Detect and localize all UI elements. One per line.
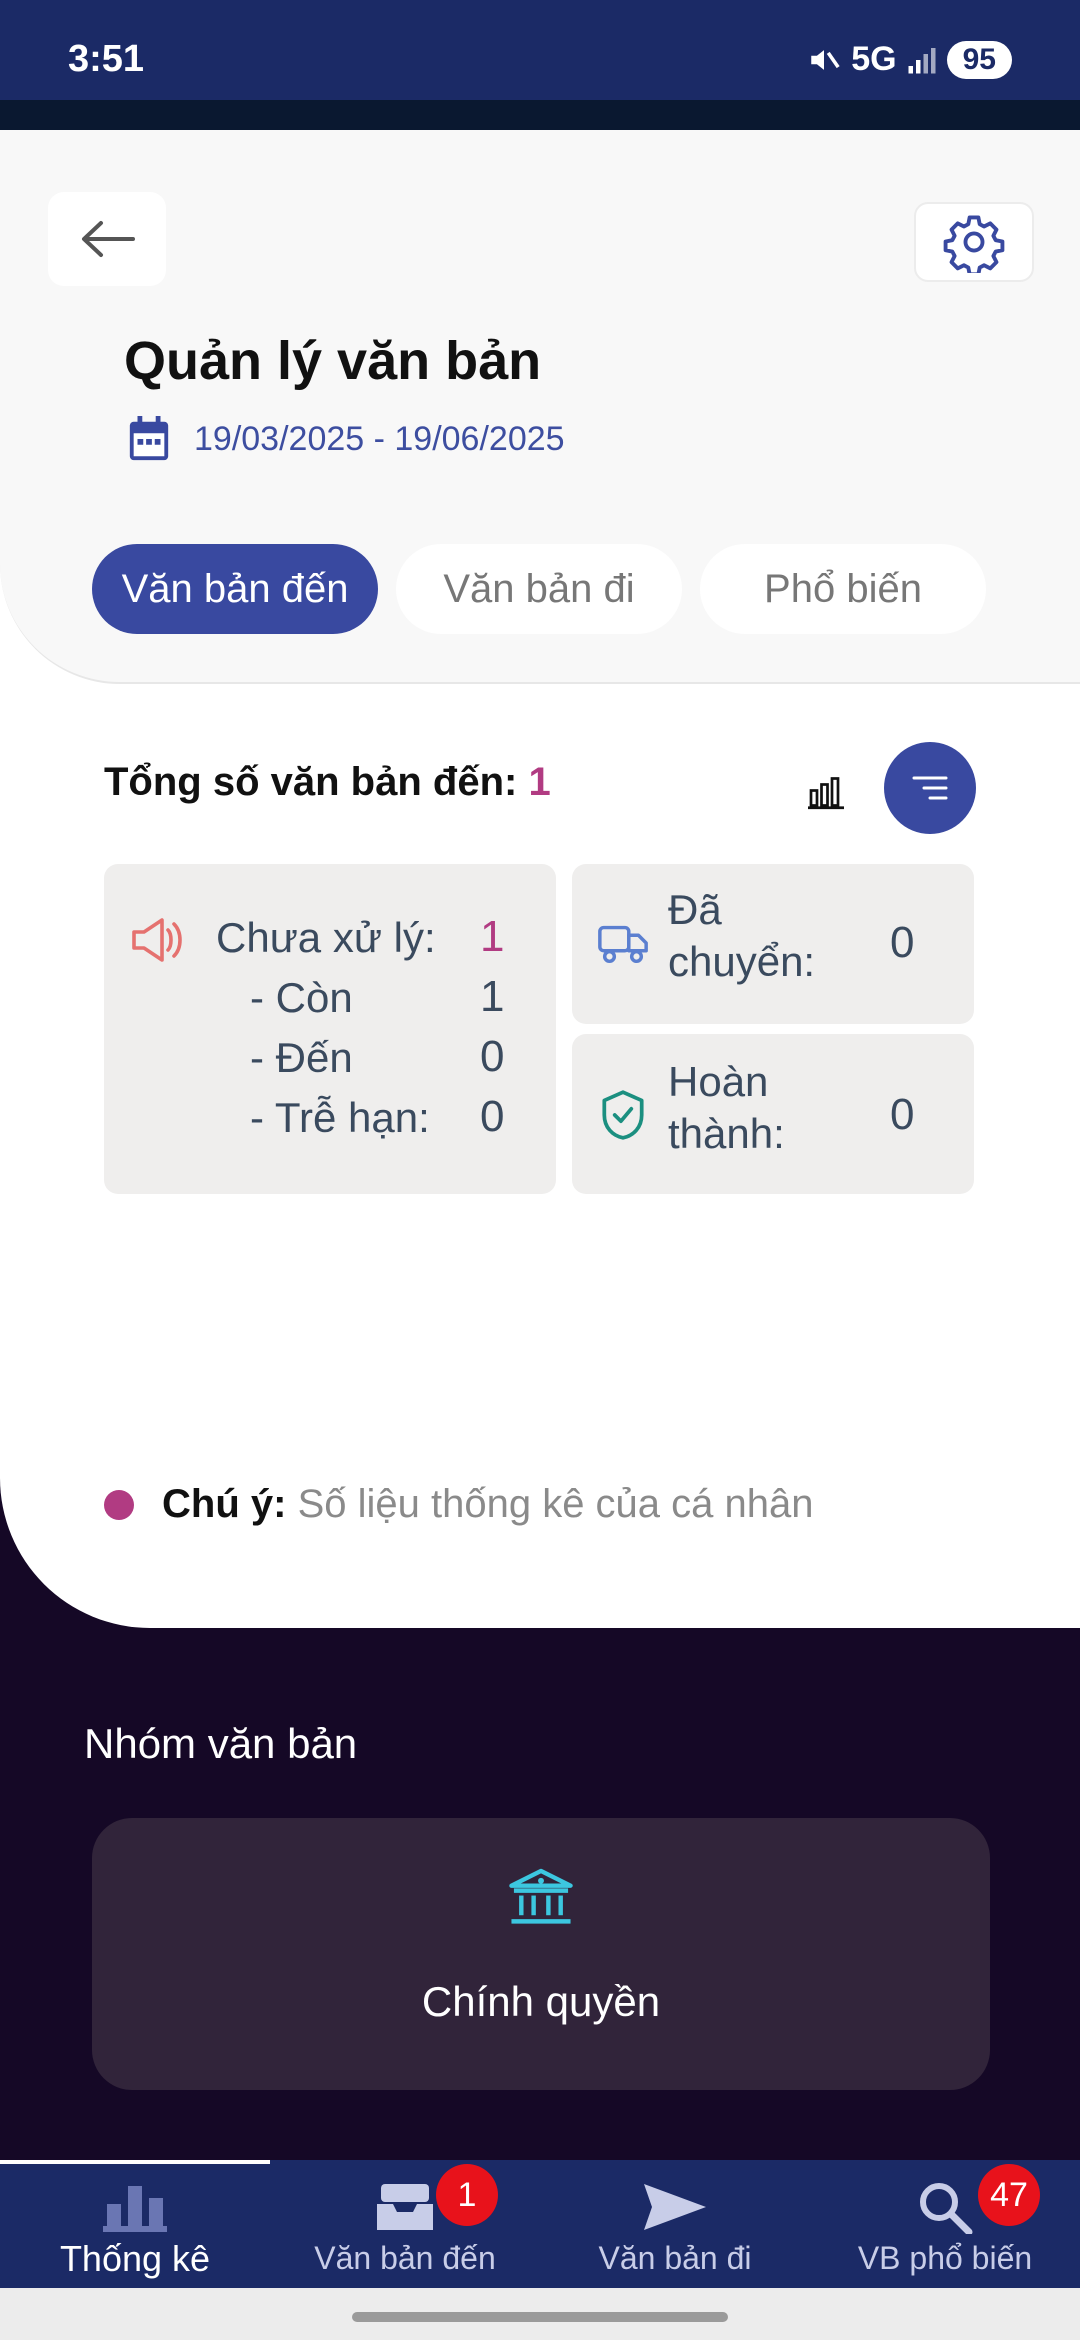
bar-chart-icon <box>808 777 844 810</box>
government-group-label: Chính quyền <box>421 1978 661 2025</box>
battery-indicator: 95 <box>946 40 1012 79</box>
government-building-icon <box>509 1868 573 1924</box>
nav-disseminated-label: VB phổ biến <box>857 2240 1033 2276</box>
shield-check-icon <box>602 1090 644 1140</box>
date-range[interactable]: 19/03/2025 - 19/06/2025 <box>126 414 565 464</box>
overdue-label: - Trễ hạn: <box>250 1094 430 1141</box>
send-icon <box>644 2184 706 2230</box>
pending-label: Chưa xử lý: <box>216 914 436 961</box>
bottom-nav: Thống kê 1 Văn bản đến Văn bản đi 47 VB … <box>0 2160 1080 2288</box>
tab-disseminated[interactable]: Phổ biến <box>700 544 986 634</box>
transferred-label-line1: Đã <box>668 886 722 933</box>
nav-outgoing[interactable]: Văn bản đi <box>540 2160 810 2288</box>
arriving-label: - Đến <box>250 1034 353 1081</box>
transferred-label-line2: chuyển: <box>668 938 816 985</box>
signal-icon <box>908 47 936 73</box>
pending-value: 1 <box>480 912 505 961</box>
status-divider <box>0 100 1080 130</box>
note-label: Chú ý: <box>162 1482 287 1526</box>
remaining-value: 1 <box>480 972 505 1021</box>
main-panel: Quản lý văn bản 19/03/2025 - 19/06/2025 … <box>0 130 1080 1628</box>
back-button[interactable] <box>48 192 166 286</box>
completed-value: 0 <box>890 1090 915 1139</box>
total-summary: Tổng số văn bản đến: 1 <box>104 760 551 805</box>
inbox-icon <box>377 2184 433 2230</box>
status-icons: 5G 95 <box>807 40 1012 79</box>
tab-outgoing[interactable]: Văn bản đi <box>396 544 682 634</box>
nav-outgoing-label: Văn bản đi <box>598 2240 752 2276</box>
nav-disseminated[interactable]: 47 VB phổ biến <box>810 2160 1080 2288</box>
megaphone-icon <box>132 918 182 962</box>
total-label: Tổng số văn bản đến: <box>104 760 518 804</box>
bar-chart-icon <box>103 2186 167 2232</box>
nav-statistics[interactable]: Thống kê <box>0 2160 270 2288</box>
nav-incoming-label: Văn bản đến <box>314 2240 496 2276</box>
arrow-left-icon <box>82 221 135 257</box>
date-range-text: 19/03/2025 - 19/06/2025 <box>194 419 565 458</box>
settings-button[interactable] <box>914 202 1034 282</box>
note-text: Số liệu thống kê của cá nhân <box>297 1482 814 1526</box>
government-group-card[interactable]: Chính quyền <box>92 1818 990 2090</box>
completed-stat-card[interactable]: Hoàn thành: 0 <box>572 1034 974 1194</box>
home-indicator[interactable] <box>352 2312 728 2322</box>
search-icon <box>920 2183 973 2234</box>
mute-icon <box>811 49 840 70</box>
note: Chú ý: Số liệu thống kê của cá nhân <box>104 1482 814 1527</box>
calendar-icon <box>129 416 169 461</box>
completed-label-line1: Hoàn <box>668 1058 769 1105</box>
pending-stat-card[interactable]: Chưa xử lý: 1 - Còn 1 - Đến 0 - Trễ hạn:… <box>104 864 556 1194</box>
completed-label-line2: thành: <box>668 1110 785 1157</box>
section-title: Nhóm văn bản <box>84 1720 358 1767</box>
transferred-value: 0 <box>890 918 915 967</box>
nav-disseminated-badge: 47 <box>978 2164 1040 2226</box>
overdue-value: 0 <box>480 1092 505 1141</box>
list-view-button[interactable] <box>884 742 976 834</box>
note-bullet <box>104 1489 134 1520</box>
status-time: 3:51 <box>68 38 145 80</box>
tab-incoming[interactable]: Văn bản đến <box>92 544 378 634</box>
page-title: Quản lý văn bản <box>124 331 542 391</box>
tab-bar: Văn bản đến Văn bản đi Phổ biến <box>92 544 986 634</box>
arriving-value: 0 <box>480 1032 505 1081</box>
network-label: 5G <box>851 40 897 78</box>
total-count: 1 <box>528 760 551 804</box>
nav-statistics-label: Thống kê <box>59 2238 211 2279</box>
truck-icon <box>598 925 648 964</box>
remaining-label: - Còn <box>250 974 353 1021</box>
nav-incoming[interactable]: 1 Văn bản đến <box>270 2160 540 2288</box>
page-header: Quản lý văn bản 19/03/2025 - 19/06/2025 … <box>0 130 1080 684</box>
gear-icon <box>943 215 1005 273</box>
status-bar: 3:51 5G 95 <box>0 0 1080 100</box>
list-icon <box>912 776 948 800</box>
transferred-stat-card[interactable]: Đã chuyển: 0 <box>572 864 974 1024</box>
chart-view-button[interactable] <box>796 762 856 822</box>
nav-incoming-badge: 1 <box>436 2164 498 2226</box>
